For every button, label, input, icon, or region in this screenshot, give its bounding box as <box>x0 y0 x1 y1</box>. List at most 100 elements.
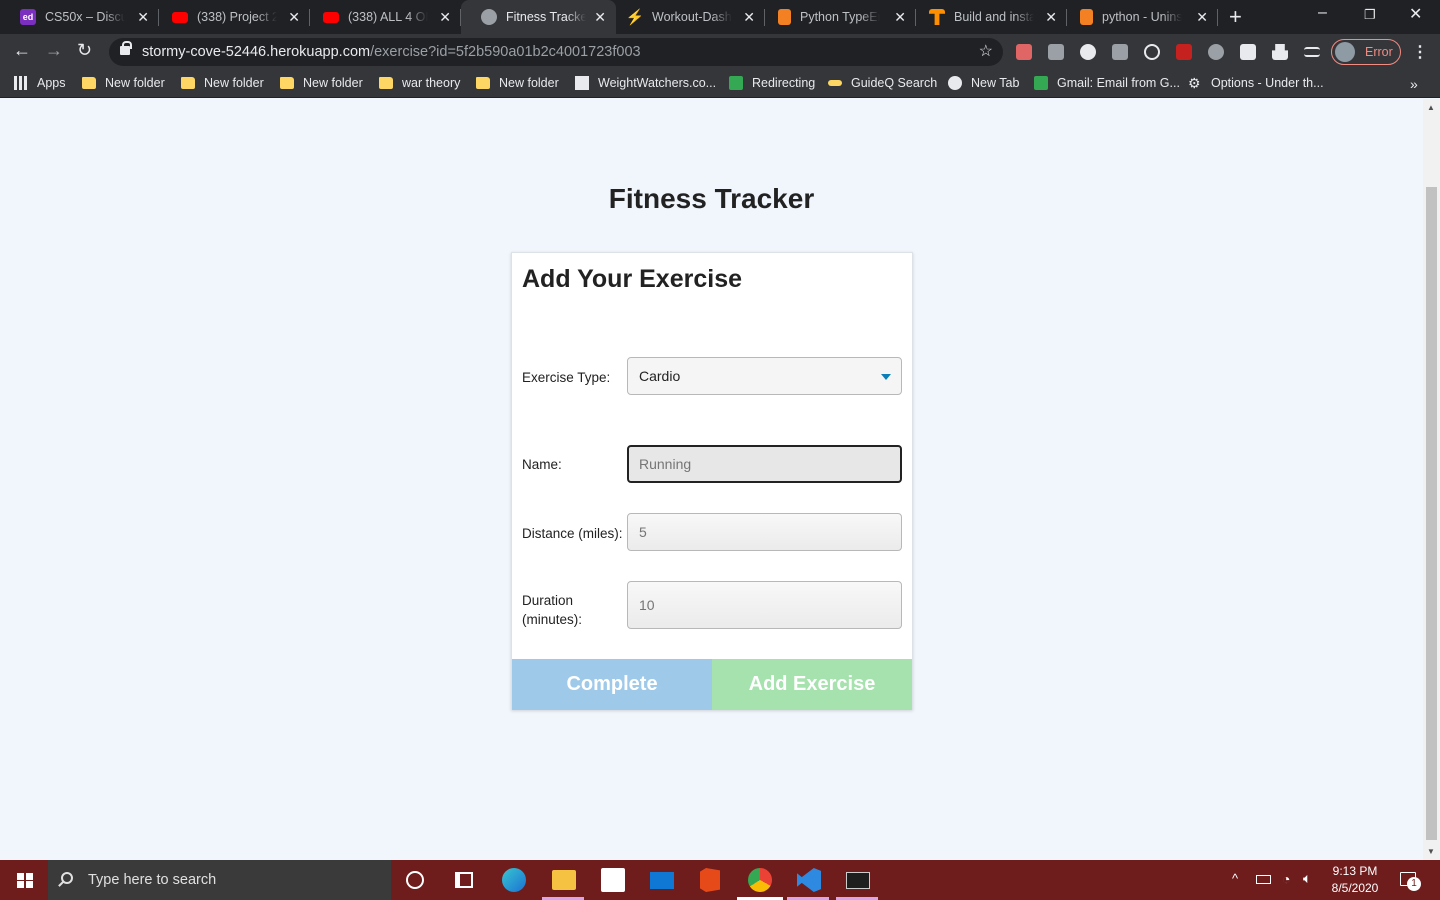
tray-overflow-icon[interactable]: ^ <box>1232 871 1238 886</box>
folder-icon <box>181 77 195 89</box>
exercise-type-select[interactable]: Cardio <box>627 357 902 395</box>
bookmark-new-tab[interactable]: New Tab <box>948 76 1019 90</box>
cortana-icon[interactable] <box>406 871 424 889</box>
edge-icon[interactable] <box>502 868 526 892</box>
tab-title: (338) Project 2.b <box>197 10 277 24</box>
extension-image-icon[interactable] <box>1240 44 1256 60</box>
page-scrollbar[interactable]: ▲ ▼ <box>1423 99 1440 860</box>
tab-title: Workout-Dashboard <box>652 10 732 24</box>
close-icon[interactable]: ✕ <box>137 9 149 26</box>
extension-recorder-icon[interactable] <box>1016 44 1032 60</box>
bookmarks-bar: Apps New folder New folder New folder wa… <box>0 70 1440 98</box>
name-input[interactable] <box>627 445 902 483</box>
microsoft-store-icon[interactable] <box>601 868 625 892</box>
distance-input[interactable] <box>627 513 902 551</box>
close-icon[interactable]: ✕ <box>594 9 606 26</box>
bookmark-label: GuideQ Search <box>851 76 938 90</box>
ublock-icon[interactable] <box>1176 44 1192 60</box>
lightning-icon: ⚡ <box>625 9 645 26</box>
extension-r-icon[interactable] <box>1112 44 1128 60</box>
bookmark-new-folder-1[interactable]: New folder <box>82 76 165 90</box>
bookmark-gmail[interactable]: Gmail: Email from G... <box>1034 76 1180 90</box>
browser-tab-python-uninstall[interactable]: python - Uninstall ✕ <box>1060 0 1218 34</box>
reload-icon[interactable]: ↻ <box>77 40 92 61</box>
bookmark-label: New folder <box>303 76 363 90</box>
bookmark-guideq[interactable]: GuideQ Search <box>828 76 937 90</box>
bookmark-label: New folder <box>105 76 165 90</box>
bookmark-redirecting[interactable]: Redirecting <box>729 76 815 90</box>
guideq-icon <box>828 80 842 86</box>
chrome-icon[interactable] <box>748 868 772 892</box>
notification-center-icon[interactable]: 1 <box>1400 872 1421 891</box>
minimize-icon[interactable]: – <box>1318 4 1327 22</box>
browser-menu-icon[interactable]: ⋮ <box>1412 42 1428 62</box>
youtube-icon <box>323 11 339 23</box>
profile-status-label: Error <box>1365 45 1393 59</box>
terminal-icon[interactable] <box>846 872 870 889</box>
complete-button[interactable]: Complete <box>512 659 712 710</box>
scrollbar-thumb[interactable] <box>1426 187 1437 840</box>
exercise-type-label: Exercise Type: <box>522 370 611 385</box>
new-tab-icon[interactable]: + <box>1229 4 1242 30</box>
taskbar-search-placeholder: Type here to search <box>88 872 217 888</box>
browser-tab-fitness-tracker[interactable]: Fitness Tracker ✕ <box>461 0 616 34</box>
folder-icon <box>280 77 294 89</box>
address-bar[interactable]: stormy-cove-52446.herokuapp.com/exercise… <box>109 38 1003 66</box>
battery-icon[interactable] <box>1256 875 1271 884</box>
scroll-down-icon[interactable]: ▼ <box>1427 847 1435 856</box>
taskbar-clock[interactable]: 9:13 PM 8/5/2020 <box>1324 863 1386 897</box>
puzzle-icon[interactable] <box>1272 44 1288 60</box>
close-icon[interactable]: ✕ <box>1196 9 1208 26</box>
google-icon <box>729 76 743 90</box>
bookmark-war-theory[interactable]: war theory <box>379 76 460 90</box>
bookmark-new-folder-3[interactable]: New folder <box>280 76 363 90</box>
back-icon[interactable]: ← <box>13 40 31 61</box>
vscode-icon[interactable] <box>797 868 821 892</box>
edx-icon: ed <box>20 9 36 25</box>
task-view-icon[interactable] <box>455 872 473 888</box>
avatar <box>1335 42 1355 62</box>
restore-icon[interactable]: ❐ <box>1364 7 1376 23</box>
scroll-up-icon[interactable]: ▲ <box>1427 103 1435 112</box>
tab-title: Build and install <box>954 10 1034 24</box>
windows-start-icon[interactable] <box>17 873 33 888</box>
bookmark-label: New Tab <box>971 76 1020 90</box>
browser-tab-workout-dashboard[interactable]: ⚡ Workout-Dashboard ✕ <box>607 0 765 34</box>
bookmark-new-folder-2[interactable]: New folder <box>181 76 264 90</box>
react-devtools-icon[interactable] <box>1144 44 1160 60</box>
browser-tab-python-typeerror[interactable]: Python TypeError ✕ <box>758 0 916 34</box>
bookmark-weightwatchers[interactable]: WeightWatchers.co... <box>575 76 716 90</box>
forward-icon[interactable]: → <box>45 40 63 61</box>
office-icon[interactable] <box>700 868 720 892</box>
extension-circle-icon[interactable] <box>1080 44 1096 60</box>
browser-tab-cs50x[interactable]: ed CS50x – Discussion ✕ <box>0 0 159 34</box>
browser-toolbar: ← → ↻ stormy-cove-52446.herokuapp.com/ex… <box>0 34 1440 70</box>
close-icon[interactable]: ✕ <box>743 9 755 26</box>
close-icon[interactable]: ✕ <box>894 9 906 26</box>
chevron-down-icon <box>881 374 891 380</box>
bookmarks-overflow-icon[interactable]: » <box>1410 76 1418 92</box>
extension-gray-icon[interactable] <box>1208 44 1224 60</box>
bookmark-new-folder-4[interactable]: New folder <box>476 76 559 90</box>
file-explorer-icon[interactable] <box>552 870 576 890</box>
taskbar-search-box[interactable]: Type here to search <box>48 860 391 900</box>
profile-button[interactable]: Error <box>1331 39 1401 65</box>
browser-tab-all4[interactable]: (338) ALL 4 OF U ✕ <box>303 0 461 34</box>
browser-tab-build-install[interactable]: Build and install ✕ <box>909 0 1067 34</box>
add-exercise-button[interactable]: Add Exercise <box>712 659 912 710</box>
window-close-icon[interactable]: ✕ <box>1409 4 1422 24</box>
bookmark-options[interactable]: ⚙ Options - Under th... <box>1188 76 1324 90</box>
extension-v-icon[interactable] <box>1048 44 1064 60</box>
close-icon[interactable]: ✕ <box>1045 9 1057 26</box>
media-controls-icon[interactable] <box>1304 47 1320 57</box>
volume-icon[interactable]: 🔈︎ <box>1303 870 1311 887</box>
browser-tab-project[interactable]: (338) Project 2.b ✕ <box>152 0 310 34</box>
close-icon[interactable]: ✕ <box>439 9 451 26</box>
bookmark-apps[interactable]: Apps <box>14 76 66 90</box>
bookmark-star-icon[interactable]: ☆ <box>979 38 993 66</box>
wifi-icon[interactable]: ◔ <box>1282 871 1290 887</box>
close-icon[interactable]: ✕ <box>288 9 300 26</box>
bookmark-label: New folder <box>499 76 559 90</box>
mail-icon[interactable] <box>650 872 674 889</box>
duration-input[interactable] <box>627 581 902 629</box>
